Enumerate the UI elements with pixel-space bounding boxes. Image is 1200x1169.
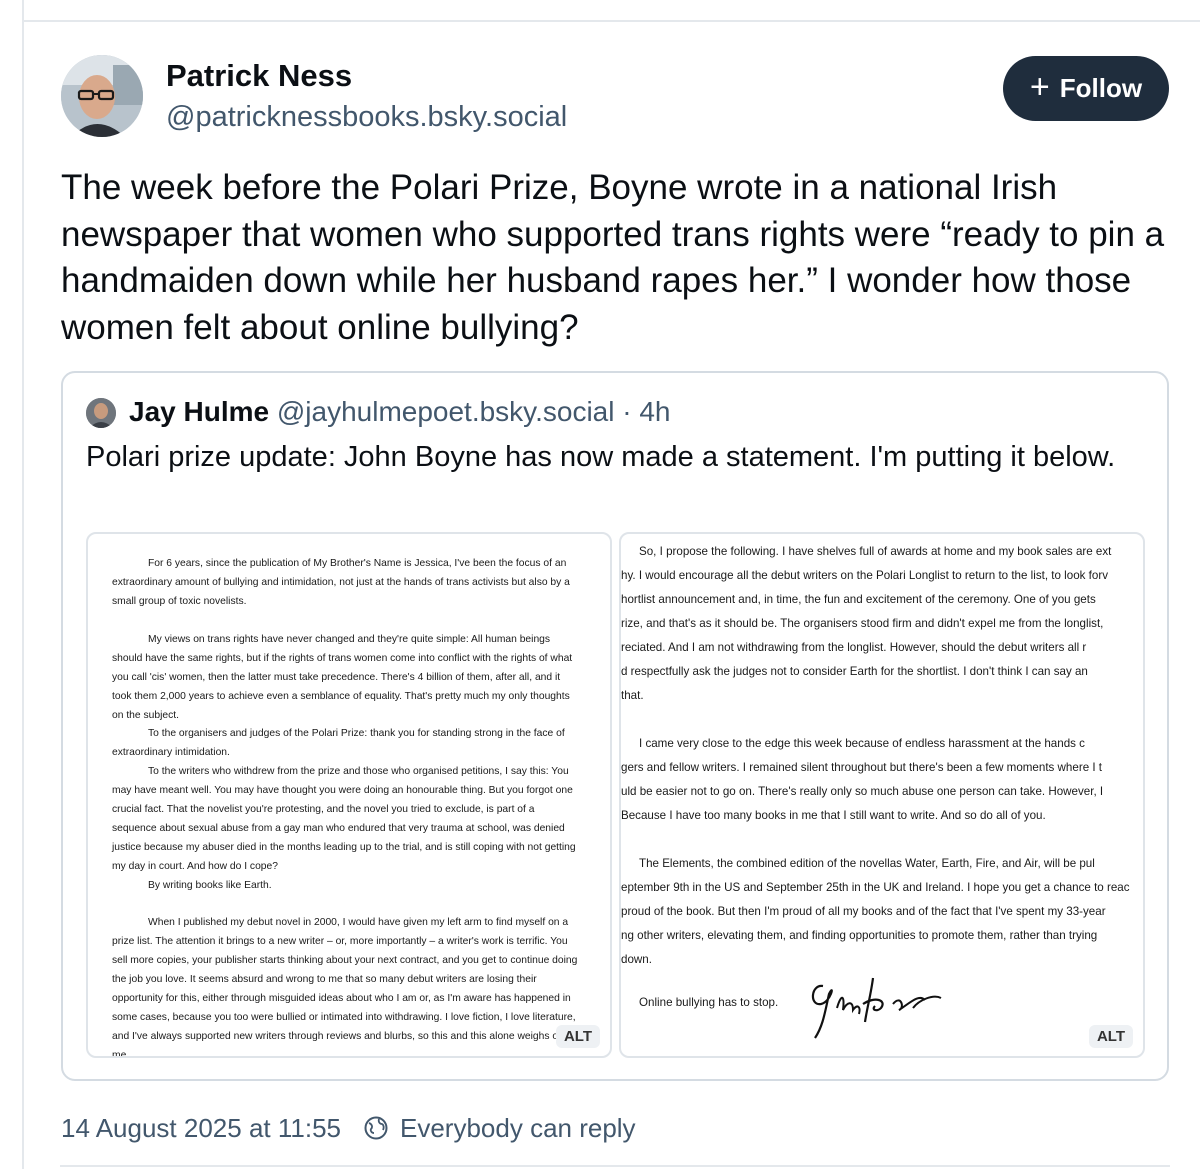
quote-author-handle[interactable]: @jayhulmepoet.bsky.social · 4h xyxy=(277,396,671,427)
post-timestamp[interactable]: 14 August 2025 at 11:55 xyxy=(61,1113,341,1144)
author-handle[interactable]: @patricknessbooks.bsky.social xyxy=(166,101,567,134)
follow-button[interactable]: + Follow xyxy=(1003,56,1169,121)
statement-line xyxy=(621,828,1143,852)
statement-line: The Elements, the combined edition of th… xyxy=(639,857,1095,870)
statement-paragraph: To the writers who withdrew from the pri… xyxy=(112,766,576,872)
statement-line: eptember 9th in the US and September 25t… xyxy=(621,881,1130,894)
statement-closing: Online bullying has to stop. xyxy=(639,996,779,1009)
follow-button-label: Follow xyxy=(1059,73,1143,103)
author-name[interactable]: Patrick Ness xyxy=(166,58,352,94)
thread-left-border xyxy=(22,0,24,1169)
statement-image-1[interactable]: For 6 years, since the publication of My… xyxy=(86,532,612,1058)
statement-line: gers and fellow writers. I remained sile… xyxy=(621,761,1103,774)
handwritten-signature xyxy=(811,977,942,1039)
statement-paragraph: My views on trans rights have never chan… xyxy=(112,634,573,721)
post-top-divider xyxy=(24,20,1200,22)
statement-line: Because I have too many books in me that… xyxy=(621,809,1046,822)
author-avatar[interactable] xyxy=(61,55,143,137)
statement-image-2[interactable]: So, I propose the following. I have shel… xyxy=(619,532,1145,1058)
statement-paragraph: When I published my debut novel in 2000,… xyxy=(112,917,578,1058)
statement-paragraph: By writing books like Earth. xyxy=(148,880,272,891)
globe-icon xyxy=(364,1116,388,1140)
plus-icon: + xyxy=(1029,68,1050,106)
quote-header: Jay Hulme @jayhulmepoet.bsky.social · 4h xyxy=(129,396,671,428)
statement-line: d respectfully ask the judges not to con… xyxy=(621,665,1088,678)
statement-paragraph: To the organisers and judges of the Pola… xyxy=(112,728,565,758)
statement-line: So, I propose the following. I have shel… xyxy=(639,545,1112,558)
alt-badge[interactable]: ALT xyxy=(1088,1025,1133,1048)
quote-avatar-photo xyxy=(86,398,116,428)
statement-line: reciated. And I am not withdrawing from … xyxy=(621,641,1087,654)
statement-line: rize, and that's as it should be. The or… xyxy=(621,617,1104,630)
statement-line: ng other writers, elevating them, and fi… xyxy=(621,929,1098,942)
statement-line: proud of the book. But then I'm proud of… xyxy=(621,905,1106,918)
statement-line: hy. I would encourage all the debut writ… xyxy=(621,569,1108,582)
reply-setting[interactable]: Everybody can reply xyxy=(400,1113,636,1144)
statement-line: I came very close to the edge this week … xyxy=(639,737,1085,750)
post-text: The week before the Polari Prize, Boyne … xyxy=(61,168,1165,347)
statement-paragraph: For 6 years, since the publication of My… xyxy=(112,558,570,607)
quote-author-name[interactable]: Jay Hulme xyxy=(129,396,269,427)
statement-line: that. xyxy=(621,689,644,702)
statement-line xyxy=(621,708,1143,732)
avatar-photo xyxy=(61,55,143,137)
quote-text: Polari prize update: John Boyne has now … xyxy=(86,441,1116,473)
statement-line: uld be easier not to go on. There's real… xyxy=(621,785,1104,798)
quote-author-avatar[interactable] xyxy=(86,398,116,428)
alt-badge[interactable]: ALT xyxy=(555,1025,600,1048)
post-bottom-divider xyxy=(60,1165,1170,1167)
statement-line: hortlist announcement and, in time, the … xyxy=(621,593,1096,606)
